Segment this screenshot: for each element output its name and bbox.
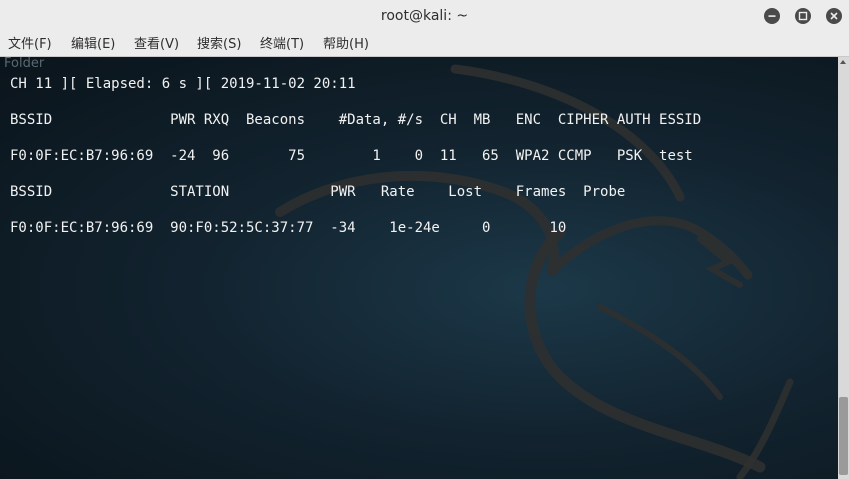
menu-terminal[interactable]: 终端(T) (260, 33, 304, 56)
scroll-up-icon[interactable] (840, 60, 846, 64)
close-button[interactable] (826, 8, 842, 24)
scrollbar[interactable] (838, 57, 849, 479)
ap-table-header: BSSID PWR RXQ Beacons #Data, #/s CH MB E… (10, 112, 702, 128)
close-icon (830, 12, 838, 20)
title-bar[interactable]: root@kali: ~ (0, 0, 849, 34)
menu-search[interactable]: 搜索(S) (197, 33, 241, 56)
menu-edit[interactable]: 编辑(E) (71, 33, 115, 56)
scrollbar-thumb[interactable] (839, 397, 848, 475)
menu-bar: 文件(F) 编辑(E) 查看(V) 搜索(S) 终端(T) 帮助(H) (0, 33, 849, 57)
station-table-header: BSSID STATION PWR Rate Lost Frames Probe (10, 184, 626, 200)
station-table-row: F0:0F:EC:B7:96:69 90:F0:52:5C:37:77 -34 … (10, 220, 567, 236)
minimize-icon (768, 15, 776, 17)
menu-view[interactable]: 查看(V) (134, 33, 179, 56)
terminal-output[interactable]: Folder CH 11 ][ Elapsed: 6 s ][ 2019-11-… (0, 57, 838, 479)
menu-file[interactable]: 文件(F) (8, 33, 52, 56)
status-line: CH 11 ][ Elapsed: 6 s ][ 2019-11-02 20:1… (10, 76, 356, 92)
menu-help[interactable]: 帮助(H) (323, 33, 369, 56)
terminal-window: root@kali: ~ 文件(F) 编辑(E) 查看(V) 搜索(S) 终端(… (0, 0, 849, 479)
folder-tooltip-label: Folder (4, 57, 45, 71)
ap-table-row: F0:0F:EC:B7:96:69 -24 96 75 1 0 11 65 WP… (10, 148, 693, 164)
maximize-icon (798, 11, 808, 21)
maximize-button[interactable] (795, 8, 811, 24)
window-title: root@kali: ~ (380, 8, 469, 24)
minimize-button[interactable] (764, 8, 780, 24)
